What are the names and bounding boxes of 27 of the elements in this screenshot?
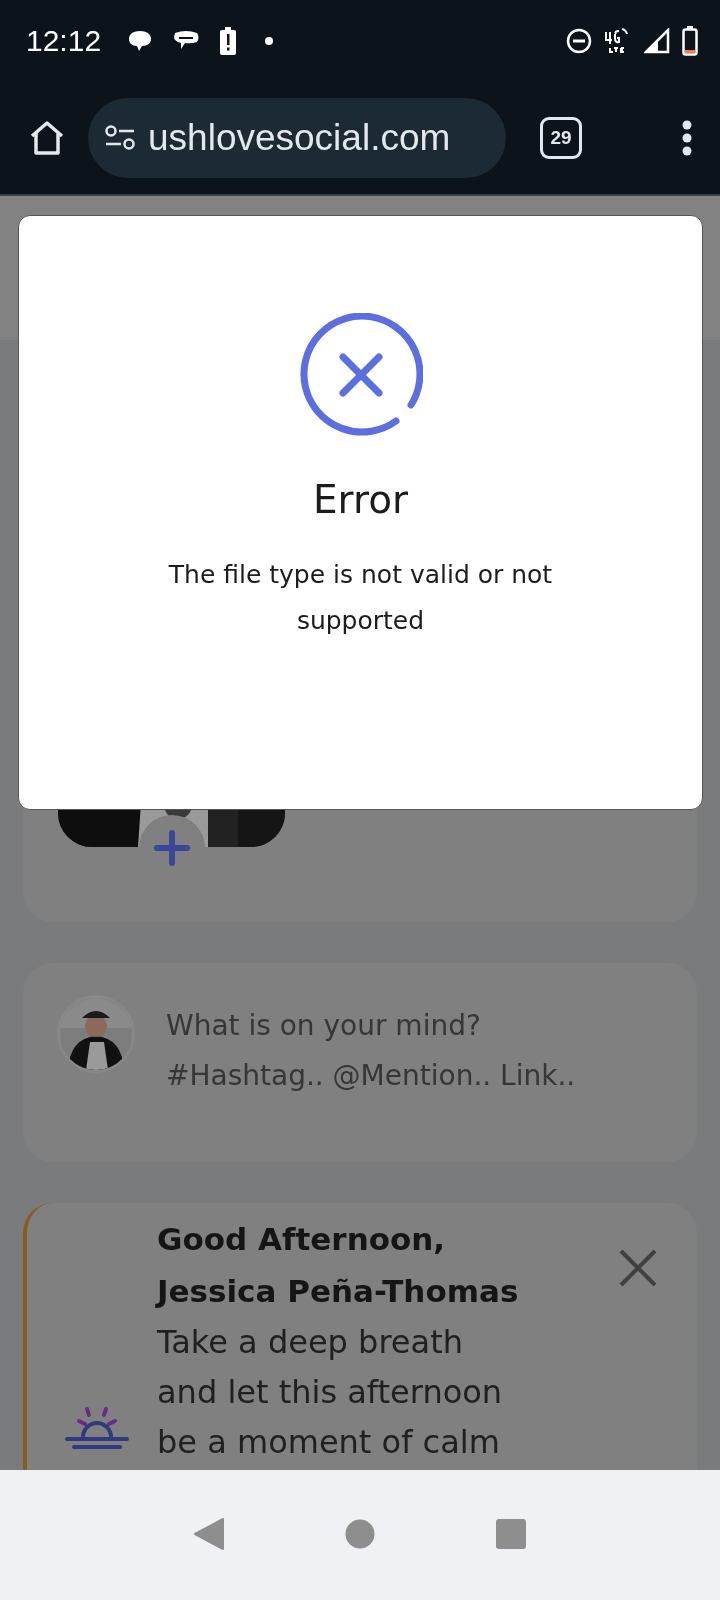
user-name: Jessica Peña-Thomas [157, 1272, 520, 1311]
menu-icon[interactable] [682, 120, 692, 156]
signal-icon [644, 28, 670, 54]
post-composer[interactable]: What is on your mind? #Hashtag.. @Mention.. Link.. [23, 963, 697, 1162]
tab-count-button[interactable]: 29 [540, 117, 582, 159]
post-input-field[interactable]: What is on your mind? #Hashtag.. @Mention.. Link.. [166, 1001, 666, 1111]
home-icon[interactable] [28, 119, 66, 157]
recents-square-icon [495, 1517, 527, 1550]
greeting-message: Take a deep breath and let this afternoon be a moment of calm [157, 1322, 504, 1463]
address-bar[interactable]: ushlovesocial.com [88, 98, 506, 178]
dialog-title: Error [312, 477, 409, 522]
error-icon [298, 313, 423, 437]
url-text: ushlovesocial.com [148, 117, 451, 159]
back-icon [193, 1516, 225, 1551]
home-circle-icon [345, 1518, 375, 1549]
do-not-disturb-icon [566, 28, 592, 54]
status-time: 12:12 [26, 24, 102, 58]
close-icon [619, 1249, 657, 1287]
chat-bubble-icon [127, 29, 154, 53]
battery-alert-icon [219, 27, 238, 55]
plus-icon [154, 830, 190, 866]
dot-icon [265, 37, 274, 45]
greeting-title: Good Afternoon, [157, 1220, 447, 1259]
dialog-message: The file type is not valid or not supported [167, 559, 554, 637]
battery-icon [682, 26, 698, 56]
site-settings-icon[interactable] [104, 124, 136, 152]
sunset-icon [65, 1405, 129, 1451]
